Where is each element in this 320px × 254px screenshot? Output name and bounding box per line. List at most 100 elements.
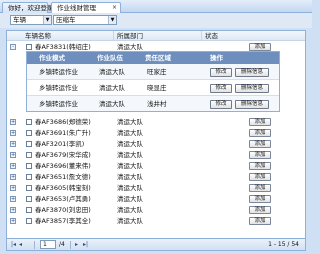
- table-row[interactable]: + 春AF3686(郑德荣) 清运大队 添加: [7, 117, 305, 127]
- expand-icon[interactable]: +: [10, 185, 16, 191]
- pager-divider: [34, 241, 35, 249]
- expand-icon[interactable]: +: [10, 119, 16, 125]
- row-checkbox[interactable]: [26, 218, 32, 224]
- table-row[interactable]: + 春AF3201(李凯) 清运大队 添加: [7, 139, 305, 149]
- filter-field-select[interactable]: 车辆 ▼: [10, 15, 52, 25]
- work-mode: 乡镇转运作业: [39, 100, 78, 108]
- expand-icon[interactable]: +: [10, 163, 16, 169]
- filter-bar: 车辆 ▼ 压缩车 ▼: [0, 13, 312, 28]
- last-page-icon[interactable]: ▸|: [83, 240, 88, 249]
- table-row[interactable]: + 春AF3696(董来伟) 清运大队 添加: [7, 161, 305, 171]
- subtable-header: 作业模式 作业队伍 责任区域 操作: [27, 52, 279, 64]
- add-button[interactable]: 添加: [249, 118, 271, 126]
- row-checkbox[interactable]: [26, 152, 32, 158]
- table-row[interactable]: + 春AF3653(卢其勇) 清运大队 添加: [7, 194, 305, 204]
- responsibility-area: 旺家庄: [147, 68, 167, 76]
- subcolumn-mode: 作业模式: [39, 54, 65, 62]
- row-checkbox[interactable]: [26, 119, 32, 125]
- edit-button[interactable]: 修改: [210, 68, 232, 77]
- responsibility-area: 晓显庄: [147, 84, 167, 92]
- expand-icon[interactable]: +: [10, 218, 16, 224]
- table-row[interactable]: + 春AF3691(朱广升) 清运大队 添加: [7, 128, 305, 138]
- expand-icon[interactable]: +: [10, 152, 16, 158]
- delete-button[interactable]: 删除信息: [235, 84, 269, 93]
- column-divider: [113, 31, 114, 41]
- next-page-icon[interactable]: ▸: [75, 240, 78, 249]
- add-button[interactable]: 添加: [249, 151, 271, 159]
- edit-button[interactable]: 修改: [210, 84, 232, 93]
- operation-subtable: 作业模式 作业队伍 责任区域 操作 乡镇转运作业 清运大队 旺家庄 修改 删除信…: [26, 51, 280, 112]
- work-team: 清运大队: [99, 68, 125, 76]
- subcolumn-area: 责任区域: [145, 54, 171, 62]
- vehicle-name: 春AF3686(郑德荣): [35, 118, 91, 126]
- expand-icon[interactable]: +: [10, 130, 16, 136]
- add-button[interactable]: 添加: [249, 217, 271, 225]
- expand-icon[interactable]: +: [10, 207, 16, 213]
- row-checkbox[interactable]: [26, 44, 32, 50]
- subtable-row: 乡镇转运作业 清运大队 浅井村 修改 删除信息: [27, 96, 279, 112]
- table-row[interactable]: + 春AF3605(韩宝刻) 清运大队 添加: [7, 183, 305, 193]
- vehicle-name: 春AF3651(詹文德): [35, 173, 91, 181]
- row-checkbox[interactable]: [26, 130, 32, 136]
- tab-welcome[interactable]: 你好，欢迎登录: [2, 2, 54, 13]
- page-total: /4: [59, 241, 65, 248]
- pager-divider: [70, 241, 71, 249]
- add-button[interactable]: 添加: [249, 206, 271, 214]
- edit-button[interactable]: 修改: [210, 100, 232, 109]
- table-row[interactable]: + 春AF3857(李其全) 清运大队 添加: [7, 216, 305, 226]
- vehicle-name: 春AF3201(李凯): [35, 140, 85, 148]
- chevron-down-icon[interactable]: ▼: [108, 16, 116, 24]
- vehicle-name: 春AF3691(朱广升): [35, 129, 91, 137]
- responsibility-area: 浅井村: [147, 100, 167, 108]
- column-header-status[interactable]: 状态: [205, 32, 218, 40]
- first-page-icon[interactable]: |◂: [11, 240, 16, 249]
- close-icon[interactable]: ×: [112, 3, 117, 13]
- vehicle-name: 春AF3870(刘忠田): [35, 206, 91, 214]
- add-button[interactable]: 添加: [249, 43, 271, 51]
- row-checkbox[interactable]: [26, 196, 32, 202]
- pagination-bar: |◂ ◂ 1 /4 ▸ ▸| 1 - 15 / 54: [6, 239, 306, 251]
- row-checkbox[interactable]: [26, 141, 32, 147]
- filter-field-value: 车辆: [13, 16, 26, 24]
- vehicle-grid: 车辆名称 所属部门 状态 - 春AF3831(韩绍庄) 清运大队 添加 作业模式…: [6, 30, 306, 239]
- department: 清运大队: [117, 217, 143, 225]
- subtable-row: 乡镇转运作业 清运大队 晓显庄 修改 删除信息: [27, 80, 279, 96]
- add-button[interactable]: 添加: [249, 140, 271, 148]
- column-header-vehicle[interactable]: 车辆名称: [25, 32, 51, 40]
- department: 清运大队: [117, 118, 143, 126]
- department: 清运大队: [117, 140, 143, 148]
- grid-header: 车辆名称 所属部门 状态: [7, 31, 305, 41]
- row-checkbox[interactable]: [26, 174, 32, 180]
- department: 清运大队: [117, 184, 143, 192]
- vehicle-name: 春AF3653(卢其勇): [35, 195, 91, 203]
- add-button[interactable]: 添加: [249, 195, 271, 203]
- table-row[interactable]: + 春AF3870(刘忠田) 清运大队 添加: [7, 205, 305, 215]
- delete-button[interactable]: 删除信息: [235, 100, 269, 109]
- expand-icon[interactable]: +: [10, 196, 16, 202]
- row-checkbox[interactable]: [26, 185, 32, 191]
- add-button[interactable]: 添加: [249, 162, 271, 170]
- department: 清运大队: [117, 206, 143, 214]
- vehicle-name: 春AF3679(宋华成): [35, 151, 91, 159]
- column-header-department[interactable]: 所属部门: [117, 32, 143, 40]
- work-team: 清运大队: [99, 84, 125, 92]
- expand-icon[interactable]: +: [10, 174, 16, 180]
- add-button[interactable]: 添加: [249, 129, 271, 137]
- tab-welcome-label: 你好，欢迎登录: [8, 4, 54, 12]
- page-number-input[interactable]: 1: [40, 240, 56, 249]
- row-checkbox[interactable]: [26, 163, 32, 169]
- department: 清运大队: [117, 195, 143, 203]
- collapse-icon[interactable]: -: [10, 44, 16, 50]
- delete-button[interactable]: 删除信息: [235, 68, 269, 77]
- add-button[interactable]: 添加: [249, 184, 271, 192]
- chevron-down-icon[interactable]: ▼: [43, 16, 51, 24]
- expand-icon[interactable]: +: [10, 141, 16, 147]
- previous-page-icon[interactable]: ◂: [19, 240, 22, 249]
- add-button[interactable]: 添加: [249, 173, 271, 181]
- row-checkbox[interactable]: [26, 207, 32, 213]
- filter-value-select[interactable]: 压缩车 ▼: [53, 15, 117, 25]
- table-row[interactable]: + 春AF3679(宋华成) 清运大队 添加: [7, 150, 305, 160]
- subcolumn-team: 作业队伍: [97, 54, 123, 62]
- table-row[interactable]: + 春AF3651(詹文德) 清运大队 添加: [7, 172, 305, 182]
- tab-bar: 你好，欢迎登录 作业线财管理 ×: [0, 0, 312, 14]
